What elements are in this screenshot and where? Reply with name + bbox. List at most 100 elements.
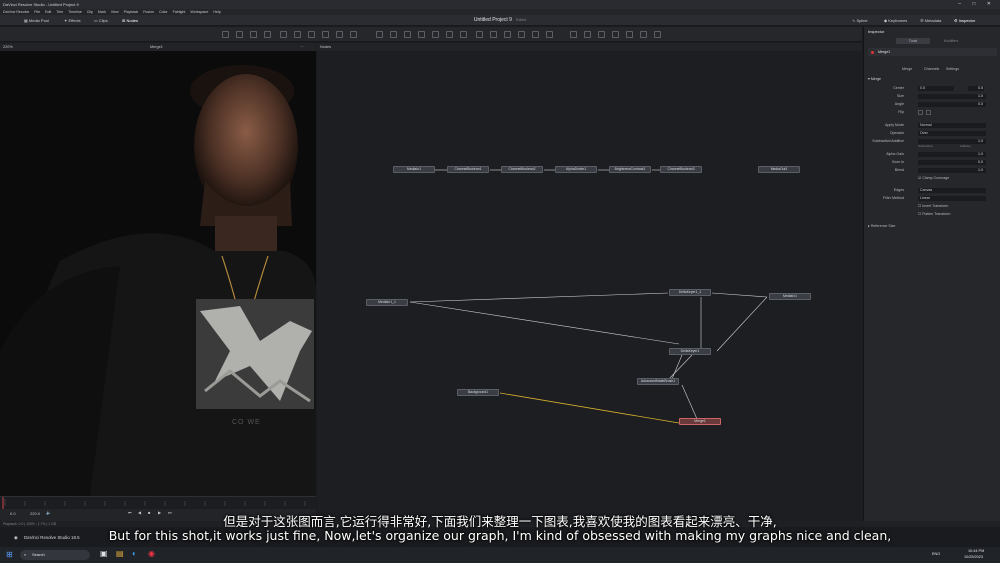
row-filter-method[interactable]: Filter Method Linear [868, 195, 996, 201]
menu-item[interactable]: Clip [87, 10, 93, 14]
node-brightnesscontrast1[interactable]: BrightnessContrast1 [609, 166, 651, 173]
menu-item[interactable]: Mark [98, 10, 106, 14]
node-deltakeyer1[interactable]: DeltaKeyer1 [669, 348, 711, 355]
spline-button[interactable]: ∿ Spline [850, 17, 870, 24]
node-mediain1-b[interactable]: MediaIn1 [769, 293, 811, 300]
tool-icon[interactable] [280, 31, 287, 38]
menu-item[interactable]: Color [159, 10, 168, 14]
node-merge1[interactable]: Merge1 [679, 418, 721, 425]
clock-date[interactable]: 10/25/2023 [964, 555, 983, 559]
invert-transform-checkbox[interactable]: ☐ Invert Transform [918, 204, 948, 208]
tool-icon[interactable] [418, 31, 425, 38]
taskbar-app-icon[interactable]: ▣ [100, 549, 108, 558]
tool-icon[interactable] [518, 31, 525, 38]
menu-item[interactable]: Fairlight [173, 10, 186, 14]
tool-icon[interactable] [294, 31, 301, 38]
tool-icon[interactable] [626, 31, 633, 38]
window-controls[interactable]: – □ ✕ [958, 0, 996, 9]
tool-icon[interactable] [350, 31, 357, 38]
flip-h-icon[interactable] [918, 109, 923, 115]
row-size[interactable]: Size 1.0 [868, 93, 996, 99]
tool-icon[interactable] [322, 31, 329, 38]
tool-icon[interactable] [598, 31, 605, 38]
menu-item[interactable]: Trim [56, 10, 63, 14]
node-graph[interactable]: MediaIn1 ChannelBoolean1 ChannelBoolean2… [317, 51, 862, 521]
node-mediain1[interactable]: MediaIn1 [393, 166, 435, 173]
clamp-coverage-checkbox[interactable]: ☑ Clamp Coverage [918, 176, 949, 180]
subtab-merge[interactable]: Merge [902, 67, 912, 71]
tab-tools[interactable]: Tools [896, 38, 930, 44]
menu-item[interactable]: Fusion [143, 10, 154, 14]
tool-icon[interactable] [222, 31, 229, 38]
flatten-transform-checkbox[interactable]: ☐ Flatten Transform [918, 212, 950, 216]
tool-icon[interactable] [432, 31, 439, 38]
tool-icon[interactable] [376, 31, 383, 38]
menu-item[interactable]: DaVinci Resolve [3, 10, 29, 14]
tab-modifiers[interactable]: Modifiers [934, 38, 968, 44]
tool-icon[interactable] [532, 31, 539, 38]
row-angle[interactable]: Angle 0.0 [868, 101, 996, 107]
tool-icon[interactable] [584, 31, 591, 38]
taskbar-search[interactable]: ⌕ Search [20, 550, 90, 560]
section-reference-size[interactable]: ▸ Reference Size [868, 224, 895, 228]
node-mediaout1[interactable]: MediaOut1 [758, 166, 800, 173]
viewer-zoom[interactable]: 220% [3, 43, 13, 51]
browser-icon[interactable]: ◐ [132, 549, 137, 558]
node-mediain1-1[interactable]: MediaIn1_1 [366, 299, 408, 306]
menu-item[interactable]: Playback [124, 10, 139, 14]
language-indicator[interactable]: ENG [932, 552, 940, 556]
row-burn-in[interactable]: Burn In 0.0 [868, 159, 996, 165]
subtab-channels[interactable]: Channels [924, 67, 939, 71]
metadata-button[interactable]: ☰ Metadata [918, 17, 943, 24]
keyframes-button[interactable]: ◆ Keyframes [882, 17, 909, 24]
menu-item[interactable]: Help [213, 10, 220, 14]
tool-icon[interactable] [570, 31, 577, 38]
flip-v-icon[interactable] [926, 109, 931, 115]
tool-icon[interactable] [490, 31, 497, 38]
file-explorer-icon[interactable]: ▤ [116, 549, 124, 558]
tool-icon[interactable] [476, 31, 483, 38]
tool-icon[interactable] [446, 31, 453, 38]
row-flip[interactable]: Flip [868, 109, 996, 115]
timeline-ruler[interactable] [0, 496, 316, 510]
section-merge[interactable]: ▾ Merge [868, 77, 881, 81]
tool-icon[interactable] [460, 31, 467, 38]
menu-item[interactable]: Timeline [68, 10, 81, 14]
tool-icon[interactable] [308, 31, 315, 38]
resolve-taskbar-icon[interactable]: ◉ [148, 549, 155, 558]
windows-start-icon[interactable]: ⊞ [6, 550, 13, 559]
tool-icon[interactable] [336, 31, 343, 38]
tool-icon[interactable] [546, 31, 553, 38]
tool-icon[interactable] [504, 31, 511, 38]
tool-icon[interactable] [250, 31, 257, 38]
tool-icon[interactable] [390, 31, 397, 38]
tool-icon[interactable] [236, 31, 243, 38]
menu-item[interactable]: File [34, 10, 40, 14]
viewer-panel[interactable]: CO WE [0, 51, 316, 496]
inspector-button[interactable]: ⚙ Inspector [952, 17, 977, 24]
row-center[interactable]: Center 0.5 0.5 [868, 85, 996, 91]
row-blend[interactable]: Blend 1.0 [868, 167, 996, 173]
node-channelboolean2[interactable]: ChannelBoolean2 [501, 166, 543, 173]
tool-icon[interactable] [640, 31, 647, 38]
row-edges[interactable]: Edges Canvas [868, 187, 996, 193]
node-alphadivide1[interactable]: AlphaDivide1 [555, 166, 597, 173]
menu-item[interactable]: Edit [45, 10, 51, 14]
row-operator[interactable]: Operator Over [868, 130, 996, 136]
tool-icon[interactable] [654, 31, 661, 38]
tool-icon[interactable] [264, 31, 271, 38]
node-advancedmattebrush1[interactable]: AdvancedMatteBrush1 [637, 378, 679, 385]
menu-item[interactable]: View [111, 10, 119, 14]
node-channelboolean1[interactable]: ChannelBoolean1 [447, 166, 489, 173]
tool-icon[interactable] [404, 31, 411, 38]
subtab-settings[interactable]: Settings [946, 67, 959, 71]
tool-icon[interactable] [612, 31, 619, 38]
node-background1[interactable]: Background1 [457, 389, 499, 396]
node-channelboolean3[interactable]: ChannelBoolean3 [660, 166, 702, 173]
node-deltakeyer1-1[interactable]: DeltaKeyer1_1 [669, 289, 711, 296]
more-options-icon[interactable]: ··· [300, 43, 304, 51]
row-alpha-gain[interactable]: Alpha Gain 1.0 [868, 151, 996, 157]
row-apply-mode[interactable]: Apply Mode Normal [868, 122, 996, 128]
menu-item[interactable]: Workspace [190, 10, 208, 14]
clock-time[interactable]: 10:44 PM [968, 549, 984, 553]
